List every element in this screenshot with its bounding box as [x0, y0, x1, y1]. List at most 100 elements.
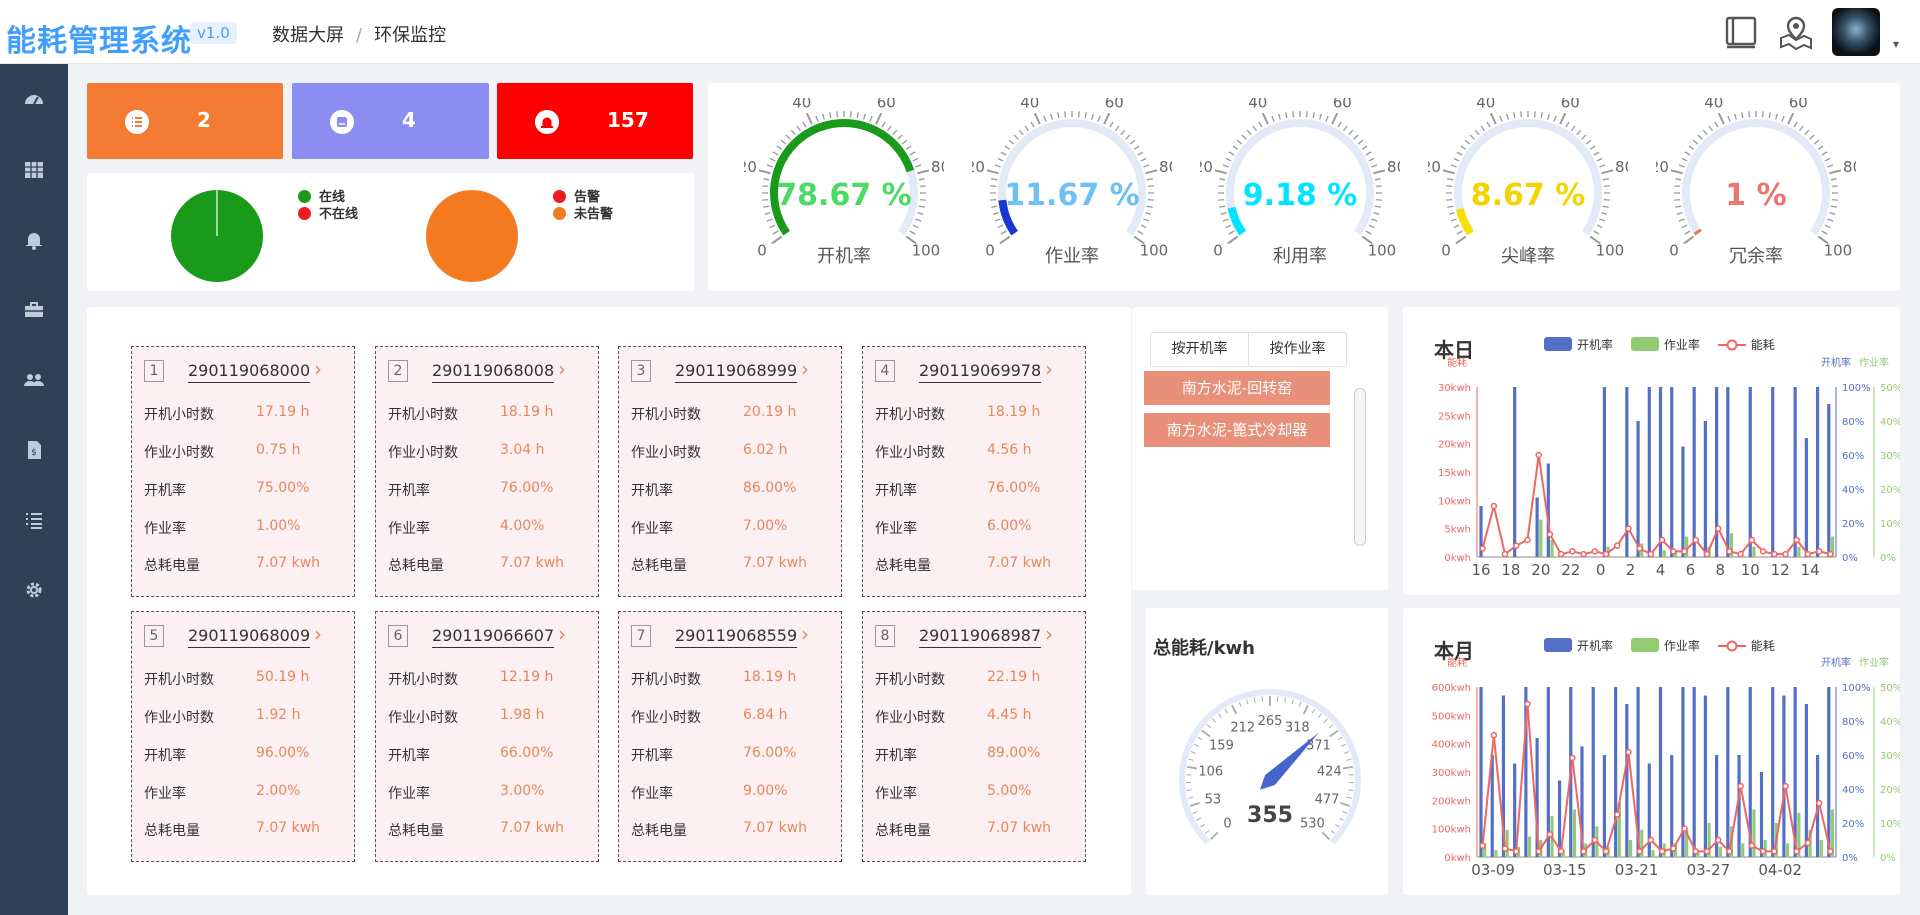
chevron-right-icon[interactable]: ›: [314, 357, 322, 381]
y-tick-label-right2: 40%: [1880, 717, 1900, 728]
table-icon[interactable]: [22, 158, 46, 182]
device-card[interactable]: 8 290119068987 › 开机小时数 22.19 h 作业小时数 4.45 h 开…: [862, 611, 1086, 862]
app-logo[interactable]: 能耗管理系统: [6, 16, 192, 60]
team-icon[interactable]: [22, 368, 46, 392]
metric-label: 作业率: [144, 786, 186, 802]
dashboard-icon[interactable]: [22, 88, 46, 112]
x-tick-label: 0: [1596, 561, 1606, 579]
gauge-value: 78.67 %: [776, 178, 912, 213]
project-list-scrollbar[interactable]: [1354, 388, 1366, 546]
y-tick-label-right1: 80%: [1842, 717, 1864, 728]
settings-gear-icon[interactable]: [22, 578, 46, 602]
device-index: 4: [875, 360, 895, 382]
chevron-right-icon[interactable]: ›: [558, 622, 566, 646]
device-serial-link[interactable]: 290119068009: [188, 626, 311, 648]
bar-kaiji-rate: [1535, 497, 1539, 557]
bar-kaiji-rate: [1703, 421, 1707, 557]
metric-label: 总耗电量: [388, 558, 444, 574]
tab-by-zuoye-rate[interactable]: 按作业率: [1248, 333, 1346, 366]
chevron-right-icon[interactable]: ›: [314, 622, 322, 646]
tab-by-kaiji-rate[interactable]: 按开机率: [1151, 333, 1248, 366]
document-icon[interactable]: $: [22, 438, 46, 462]
device-serial-link[interactable]: 290119068008: [432, 361, 555, 383]
gauge-tick: [1373, 169, 1386, 175]
project-item-rotary-kiln[interactable]: 南方水泥-回转窑: [1144, 371, 1330, 405]
toolbox-icon[interactable]: [22, 298, 46, 322]
device-card[interactable]: 6 290119066607 › 开机小时数 12.19 h 作业小时数 1.98 h 开…: [375, 611, 599, 862]
gauge-tick: [1140, 157, 1147, 162]
stat-card-list[interactable]: 2: [87, 83, 283, 159]
list-icon[interactable]: [22, 508, 46, 532]
bar-kaiji-rate: [1479, 687, 1483, 857]
device-card[interactable]: 4 290119069978 › 开机小时数 18.19 h 作业小时数 4.56 h 开…: [862, 346, 1086, 597]
alarm-pie-chart: [426, 190, 518, 282]
device-serial-link[interactable]: 290119068559: [675, 626, 798, 648]
bell-icon[interactable]: [22, 228, 46, 252]
device-serial-link[interactable]: 290119068000: [188, 361, 311, 383]
chevron-right-icon[interactable]: ›: [1045, 622, 1053, 646]
project-item-grate-cooler[interactable]: 南方水泥-篦式冷却器: [1144, 413, 1330, 447]
gauge-tick: [1787, 112, 1795, 125]
device-card[interactable]: 5 290119068009 › 开机小时数 50.19 h 作业小时数 1.92 h 开…: [131, 611, 355, 862]
legend-not-alarm[interactable]: 未告警: [553, 203, 613, 222]
chevron-down-icon[interactable]: ▾: [1893, 37, 1899, 51]
bar-zuoye-rate: [1505, 829, 1509, 857]
y-tick-label-left: 10kwh: [1438, 496, 1471, 507]
gauge-tick: [1115, 125, 1120, 132]
legend-energy[interactable]: 能耗: [1717, 639, 1775, 653]
document-book-icon[interactable]: [1724, 14, 1760, 50]
user-avatar[interactable]: [1832, 8, 1880, 56]
axis-name-left: 能耗: [1447, 656, 1467, 669]
gauge-tick: [1292, 111, 1295, 118]
gauge-tick-label: 212: [1230, 721, 1255, 736]
legend-offline[interactable]: 不在线: [298, 203, 358, 222]
line-energy: [1481, 454, 1831, 557]
bar-kaiji-rate: [1636, 421, 1640, 557]
legend-energy[interactable]: 能耗: [1717, 338, 1775, 352]
device-serial-link[interactable]: 290119068987: [919, 626, 1042, 648]
point-energy: [1490, 731, 1498, 739]
device-serial-link[interactable]: 290119066607: [432, 626, 555, 648]
chevron-right-icon[interactable]: ›: [558, 357, 566, 381]
gauge-tick: [829, 112, 832, 119]
gauge-tick: [994, 218, 1001, 222]
legend-zuoye[interactable]: 作业率: [1630, 337, 1700, 352]
metric-value: 76.00%: [743, 745, 797, 761]
legend-kaiji[interactable]: 开机率: [1544, 337, 1613, 352]
map-location-icon[interactable]: [1778, 14, 1814, 50]
breadcrumb-item-dashboard[interactable]: 数据大屏: [272, 25, 344, 46]
chevron-right-icon[interactable]: ›: [1045, 357, 1053, 381]
y-tick-label-right1: 100%: [1842, 383, 1871, 394]
x-tick-label: 14: [1801, 561, 1820, 579]
gauge-tick: [1692, 139, 1699, 145]
legend-zuoye[interactable]: 作业率: [1630, 638, 1700, 653]
axis-name-right1: 开机率: [1821, 356, 1851, 369]
metric-label: 开机率: [388, 483, 430, 499]
legend-kaiji[interactable]: 开机率: [1544, 638, 1613, 653]
point-energy: [1782, 550, 1789, 558]
stat-card-device[interactable]: 4: [292, 83, 489, 159]
device-card[interactable]: 1 290119068000 › 开机小时数 17.19 h 作业小时数 0.75 h 开…: [131, 346, 355, 597]
gauge-tick: [1137, 151, 1144, 156]
device-serial-link[interactable]: 290119069978: [919, 361, 1042, 383]
gauge-tick-label: 159: [1209, 739, 1234, 754]
device-card[interactable]: 2 290119068008 › 开机小时数 18.19 h 作业小时数 3.04 h 开…: [375, 346, 599, 597]
metric-value: 18.19 h: [743, 669, 797, 685]
device-index: 3: [631, 360, 651, 382]
device-card[interactable]: 3 290119068999 › 开机小时数 20.19 h 作业小时数 6.02 h 开…: [618, 346, 842, 597]
gauge-tick: [1464, 139, 1471, 145]
metric-label: 总耗电量: [875, 558, 931, 574]
device-card[interactable]: 7 290119068559 › 开机小时数 18.19 h 作业小时数 6.84 h 开…: [618, 611, 842, 862]
gauge-tick: [1253, 697, 1256, 703]
bar-zuoye-rate: [1741, 843, 1745, 857]
pie-panel: 在线 不在线 告警 未告警: [87, 173, 694, 291]
device-serial-link[interactable]: 290119068999: [675, 361, 798, 383]
chevron-right-icon[interactable]: ›: [801, 622, 809, 646]
gauge-tick: [849, 111, 852, 118]
svg-text:$: $: [31, 448, 37, 458]
point-energy: [1771, 550, 1778, 558]
gauge-tick: [1318, 713, 1322, 718]
stat-card-alarm[interactable]: 157: [497, 83, 693, 159]
metric-value: 4.56 h: [987, 442, 1032, 458]
chevron-right-icon[interactable]: ›: [801, 357, 809, 381]
